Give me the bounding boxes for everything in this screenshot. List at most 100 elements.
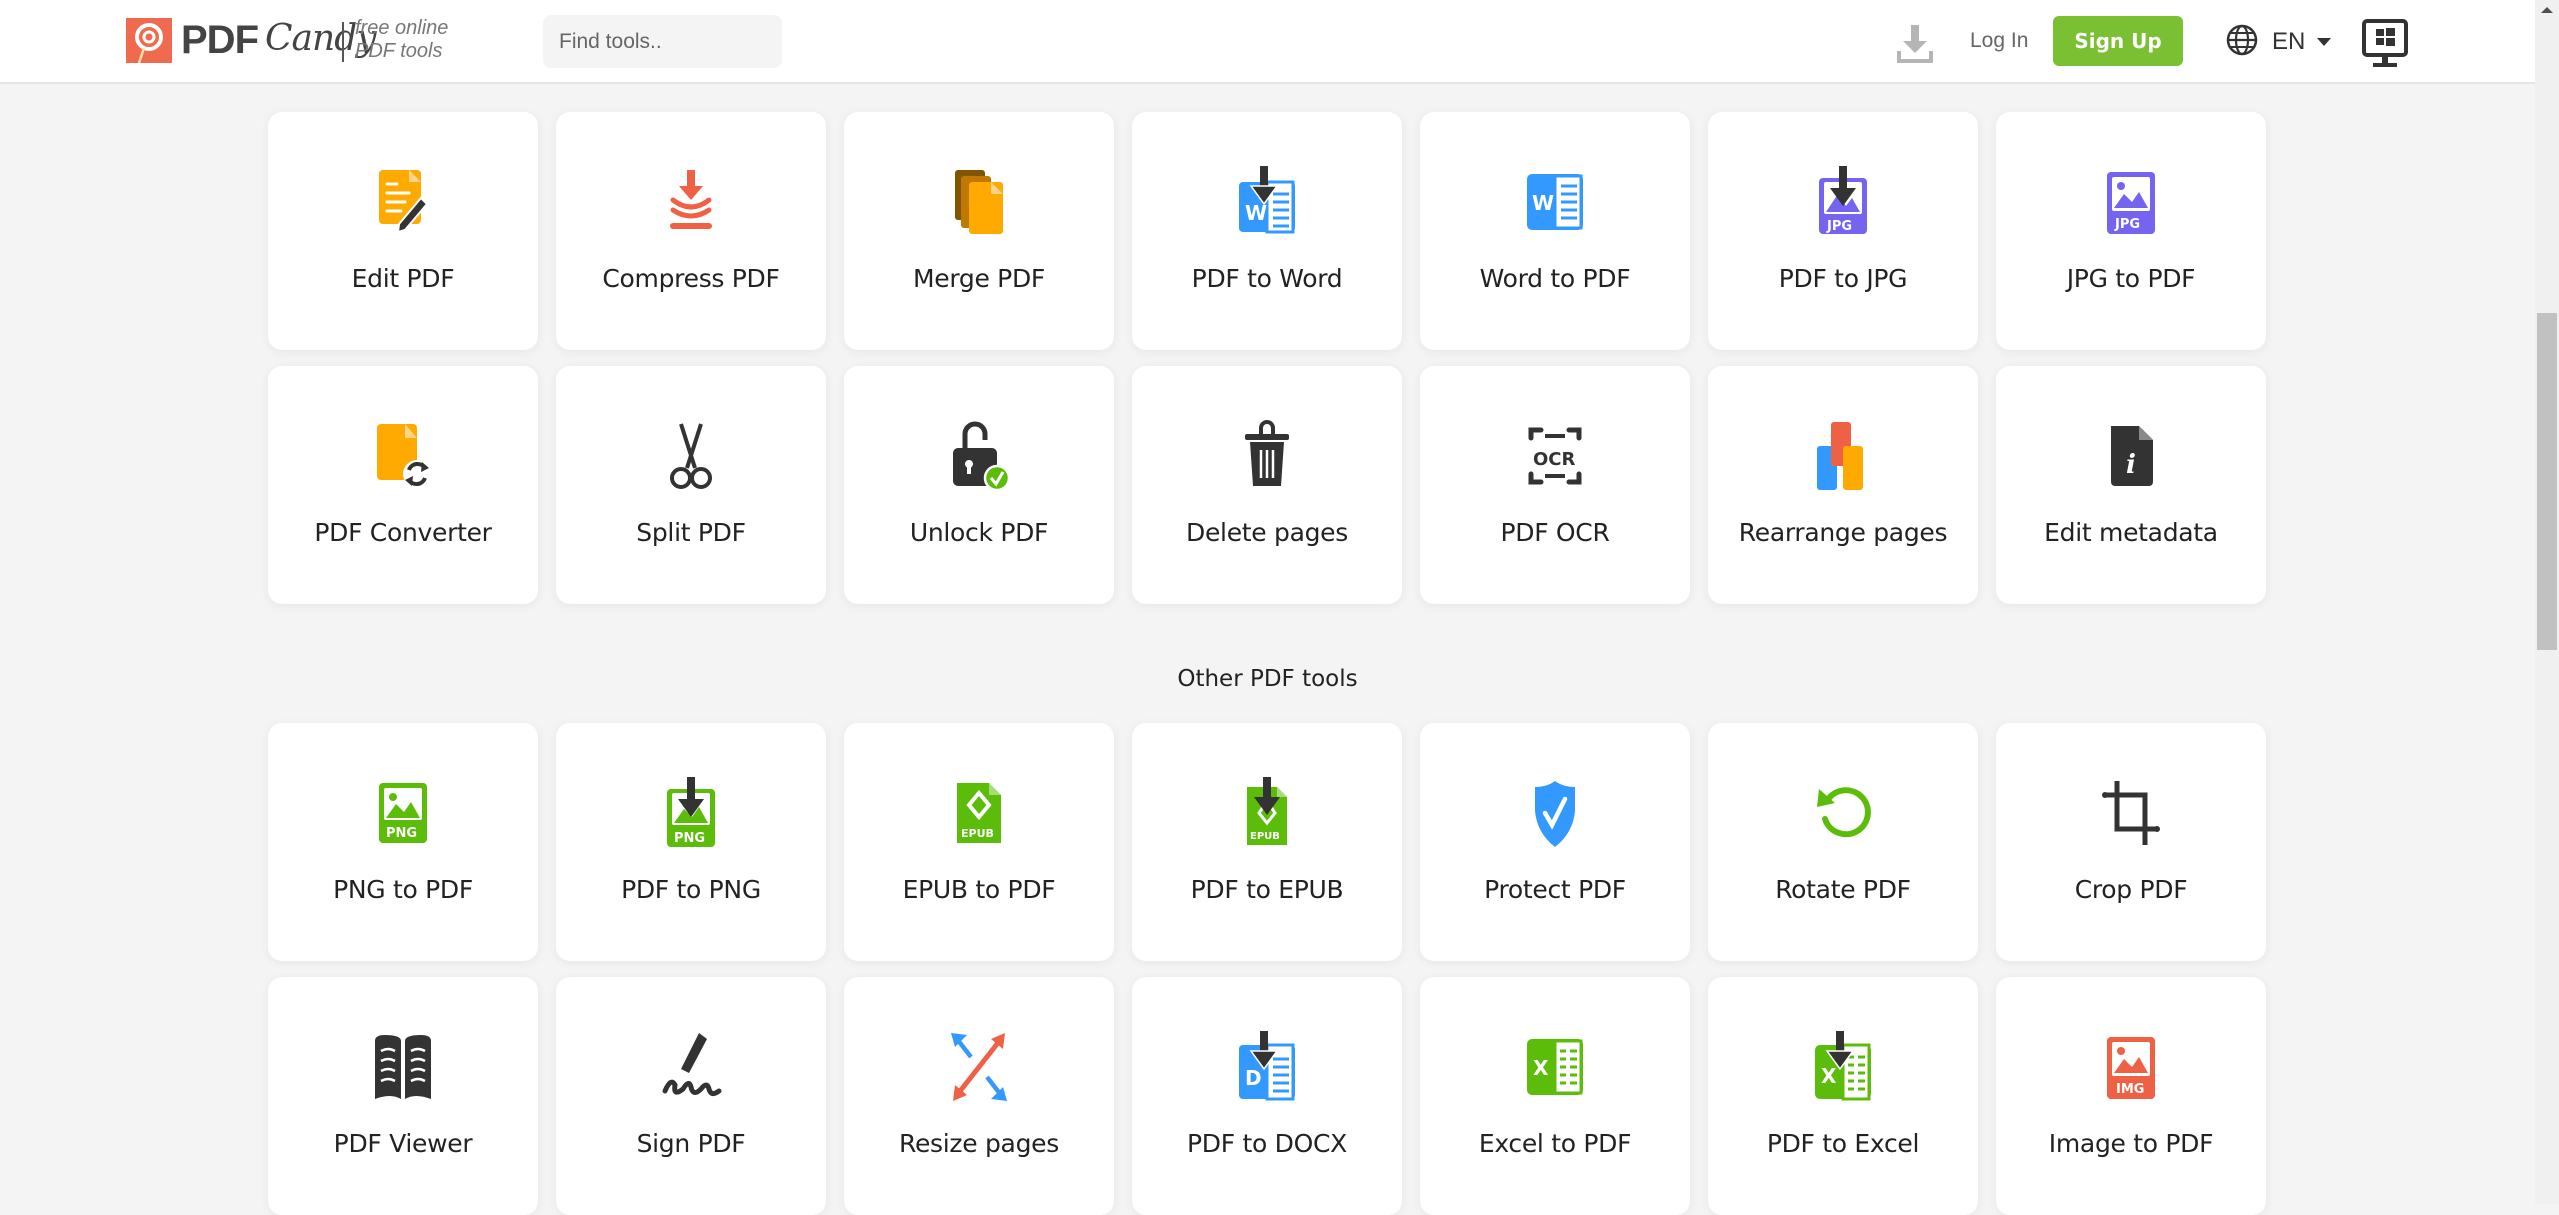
tool-card-label: PDF to JPG <box>1778 264 1908 293</box>
svg-text:EPUB: EPUB <box>961 827 994 840</box>
svg-text:JPG: JPG <box>1826 219 1852 234</box>
pdf-to-epub-icon: EPUB <box>1229 775 1305 851</box>
tool-card-split-pdf[interactable]: Split PDF <box>556 366 826 604</box>
shield-icon <box>1517 775 1593 851</box>
tool-card-pdf-to-png[interactable]: PNG PDF to PNG <box>556 723 826 961</box>
word-icon: W <box>1517 164 1593 240</box>
login-link[interactable]: Log In <box>1970 24 2028 58</box>
tool-card-rotate-pdf[interactable]: Rotate PDF <box>1708 723 1978 961</box>
signature-icon <box>653 1029 729 1105</box>
tool-card-label: JPG to PDF <box>2066 264 2196 293</box>
tool-card-delete-pages[interactable]: Delete pages <box>1132 366 1402 604</box>
tool-card-label: PDF to DOCX <box>1187 1129 1347 1158</box>
epub-icon: EPUB <box>941 775 1017 851</box>
png-icon: PNG <box>365 775 441 851</box>
svg-text:i: i <box>2126 450 2136 480</box>
tool-card-label: PDF Viewer <box>333 1129 473 1158</box>
svg-text:EPUB: EPUB <box>1250 831 1280 842</box>
tool-card-crop-pdf[interactable]: Crop PDF <box>1996 723 2266 961</box>
find-tools-search-input[interactable] <box>543 15 782 68</box>
tool-card-pdf-ocr[interactable]: OCR PDF OCR <box>1420 366 1690 604</box>
crop-icon <box>2093 775 2169 851</box>
tool-card-label: Split PDF <box>636 518 746 547</box>
tool-card-label: Protect PDF <box>1484 875 1626 904</box>
tool-card-pdf-converter[interactable]: PDF Converter <box>268 366 538 604</box>
svg-text:X: X <box>1533 1056 1549 1080</box>
popular-tools-grid: Edit PDF Compress PDF Merge PDF W PDF to Wor… <box>268 112 2266 604</box>
scroll-up-arrow-icon[interactable] <box>2541 7 2553 13</box>
pdf-to-png-icon: PNG <box>653 775 729 851</box>
tool-card-pdf-viewer[interactable]: PDF Viewer <box>268 977 538 1215</box>
language-selector[interactable]: EN <box>2226 22 2332 62</box>
pdf-to-word-icon: W <box>1229 164 1305 240</box>
svg-text:D: D <box>1245 1066 1262 1090</box>
excel-icon: X <box>1517 1029 1593 1105</box>
tagline-line-2: PDF tools <box>355 40 443 62</box>
tool-card-compress-pdf[interactable]: Compress PDF <box>556 112 826 350</box>
other-tools-grid: PNG PNG to PDF PNG PDF to PNG EPUB EPUB to PD… <box>268 723 2266 1215</box>
logo-text-pdf[interactable]: PDF <box>181 16 259 64</box>
tool-card-label: Unlock PDF <box>909 518 1049 547</box>
tool-card-label: PNG to PDF <box>333 875 473 904</box>
chevron-down-icon <box>2317 38 2332 46</box>
globe-icon <box>2226 24 2258 60</box>
site-header: PDF Candy free online PDF tools Log In S… <box>0 0 2535 84</box>
tool-card-pdf-to-epub[interactable]: EPUB PDF to EPUB <box>1132 723 1402 961</box>
tool-card-excel-to-pdf[interactable]: X Excel to PDF <box>1420 977 1690 1215</box>
tool-card-resize-pages[interactable]: Resize pages <box>844 977 1114 1215</box>
image-icon: IMG <box>2093 1029 2169 1105</box>
tool-card-png-to-pdf[interactable]: PNG PNG to PDF <box>268 723 538 961</box>
language-code: EN <box>2272 28 2306 55</box>
tool-card-label: Delete pages <box>1186 518 1348 547</box>
tool-card-label: Merge PDF <box>913 264 1045 293</box>
download-icon[interactable] <box>1895 23 1935 65</box>
svg-text:OCR: OCR <box>1533 449 1576 470</box>
page-scrollbar[interactable] <box>2535 0 2559 1204</box>
logo-divider <box>342 22 344 62</box>
svg-text:W: W <box>1532 191 1554 215</box>
tool-card-label: PDF Converter <box>314 518 492 547</box>
tool-card-pdf-to-word[interactable]: W PDF to Word <box>1132 112 1402 350</box>
tool-card-label: EPUB to PDF <box>902 875 1056 904</box>
tool-card-sign-pdf[interactable]: Sign PDF <box>556 977 826 1215</box>
tool-card-label: PDF OCR <box>1500 518 1610 547</box>
tool-card-epub-to-pdf[interactable]: EPUB EPUB to PDF <box>844 723 1114 961</box>
svg-text:PNG: PNG <box>674 831 705 846</box>
tool-card-merge-pdf[interactable]: Merge PDF <box>844 112 1114 350</box>
compress-icon <box>653 164 729 240</box>
tool-card-label: Rotate PDF <box>1775 875 1911 904</box>
tool-card-edit-pdf[interactable]: Edit PDF <box>268 112 538 350</box>
windows-monitor-icon[interactable] <box>2362 19 2408 69</box>
tool-card-jpg-to-pdf[interactable]: JPG JPG to PDF <box>1996 112 2266 350</box>
svg-text:JPG: JPG <box>2114 217 2140 232</box>
scrollbar-thumb[interactable] <box>2537 313 2557 650</box>
scissors-icon <box>653 418 729 494</box>
tagline-line-1: free online <box>355 17 449 39</box>
tool-card-edit-metadata[interactable]: i Edit metadata <box>1996 366 2266 604</box>
tool-card-label: Excel to PDF <box>1478 1129 1632 1158</box>
rotate-icon <box>1805 775 1881 851</box>
tool-card-label: Edit metadata <box>2044 518 2218 547</box>
merge-icon <box>941 164 1017 240</box>
tool-card-label: Compress PDF <box>602 264 780 293</box>
tool-card-label: PDF to Word <box>1191 264 1343 293</box>
tool-card-image-to-pdf[interactable]: IMG Image to PDF <box>1996 977 2266 1215</box>
other-tools-section-title: Other PDF tools <box>1177 666 1358 692</box>
signup-button[interactable]: Sign Up <box>2053 16 2183 66</box>
tool-card-unlock-pdf[interactable]: Unlock PDF <box>844 366 1114 604</box>
tool-card-pdf-to-jpg[interactable]: JPG PDF to JPG <box>1708 112 1978 350</box>
tool-card-label: Image to PDF <box>2048 1129 2214 1158</box>
trash-icon <box>1229 418 1305 494</box>
tool-card-protect-pdf[interactable]: Protect PDF <box>1420 723 1690 961</box>
pdf-to-docx-icon: D <box>1229 1029 1305 1105</box>
edit-pdf-icon <box>365 164 441 240</box>
tool-card-pdf-to-excel[interactable]: X PDF to Excel <box>1708 977 1978 1215</box>
converter-icon <box>365 418 441 494</box>
logo-icon[interactable] <box>126 18 172 63</box>
tool-card-pdf-to-docx[interactable]: D PDF to DOCX <box>1132 977 1402 1215</box>
metadata-icon: i <box>2093 418 2169 494</box>
tool-card-label: Resize pages <box>899 1129 1059 1158</box>
tool-card-rearrange-pages[interactable]: Rearrange pages <box>1708 366 1978 604</box>
resize-icon <box>941 1029 1017 1105</box>
tool-card-word-to-pdf[interactable]: W Word to PDF <box>1420 112 1690 350</box>
